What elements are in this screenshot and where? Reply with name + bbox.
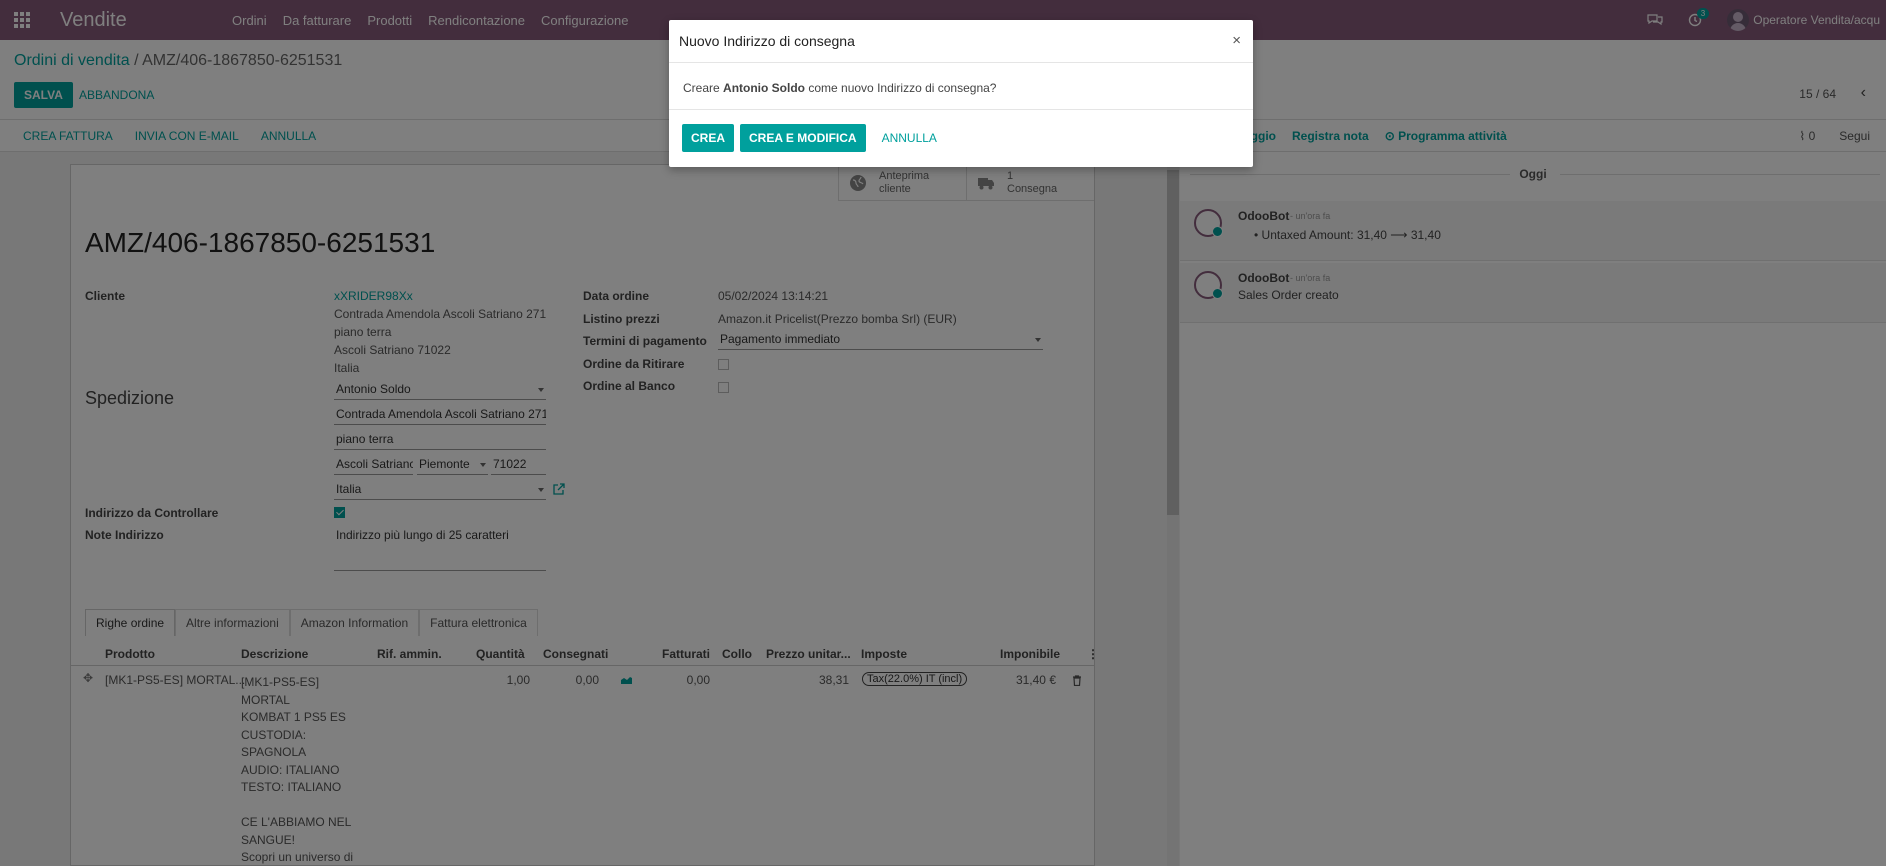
dialog-footer: CREA CREA E MODIFICA ANNULLA: [669, 110, 1253, 166]
dialog-text-suffix: come nuovo Indirizzo di consegna?: [808, 81, 997, 95]
dialog-header: Nuovo Indirizzo di consegna ×: [669, 20, 1253, 63]
close-icon[interactable]: ×: [1232, 32, 1241, 49]
cancel-button[interactable]: ANNULLA: [882, 131, 937, 145]
new-shipping-address-dialog: Nuovo Indirizzo di consegna × Creare Ant…: [669, 20, 1253, 167]
create-and-edit-button[interactable]: CREA E MODIFICA: [740, 124, 866, 152]
dialog-text-prefix: Creare: [683, 81, 720, 95]
dialog-body: Creare Antonio Soldo come nuovo Indirizz…: [669, 63, 1253, 110]
dialog-text-name: Antonio Soldo: [723, 81, 806, 95]
create-button[interactable]: CREA: [682, 124, 735, 152]
dialog-title: Nuovo Indirizzo di consegna: [679, 33, 855, 49]
